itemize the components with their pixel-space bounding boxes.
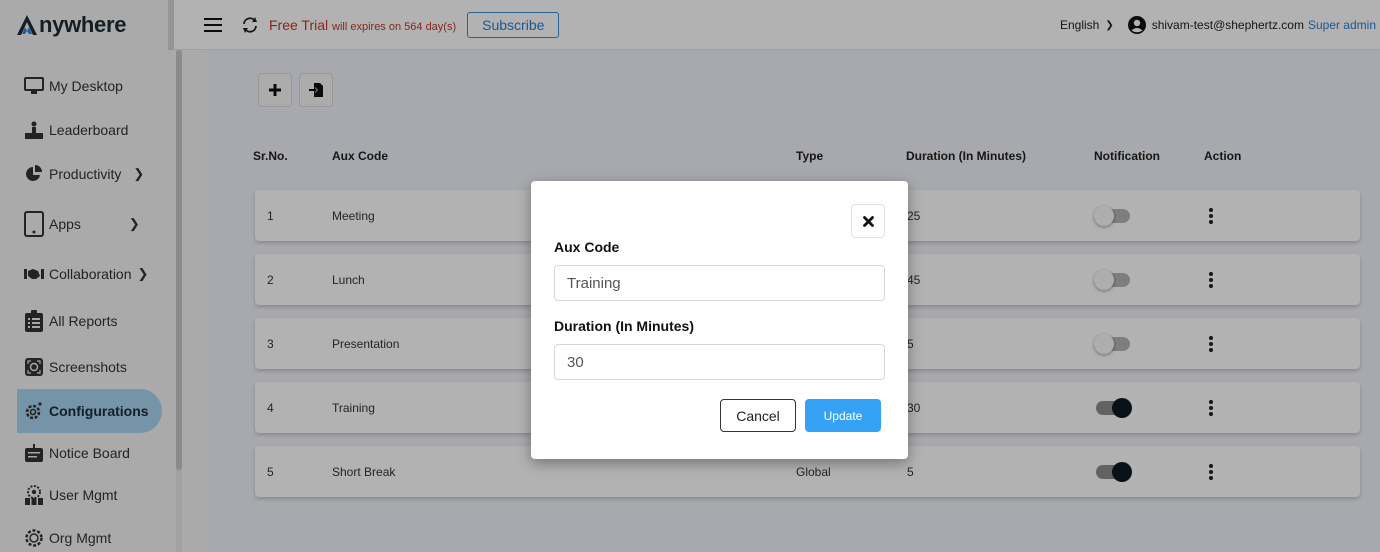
duration-input[interactable] [554, 344, 885, 380]
edit-aux-code-modal: Aux Code Duration (In Minutes) Cancel Up… [531, 181, 908, 459]
aux-code-label: Aux Code [554, 239, 620, 255]
close-button[interactable] [851, 204, 885, 238]
cancel-button[interactable]: Cancel [720, 399, 796, 432]
duration-label: Duration (In Minutes) [554, 318, 694, 334]
update-button[interactable]: Update [805, 399, 881, 432]
close-icon [862, 215, 874, 227]
aux-code-input[interactable] [554, 265, 885, 301]
